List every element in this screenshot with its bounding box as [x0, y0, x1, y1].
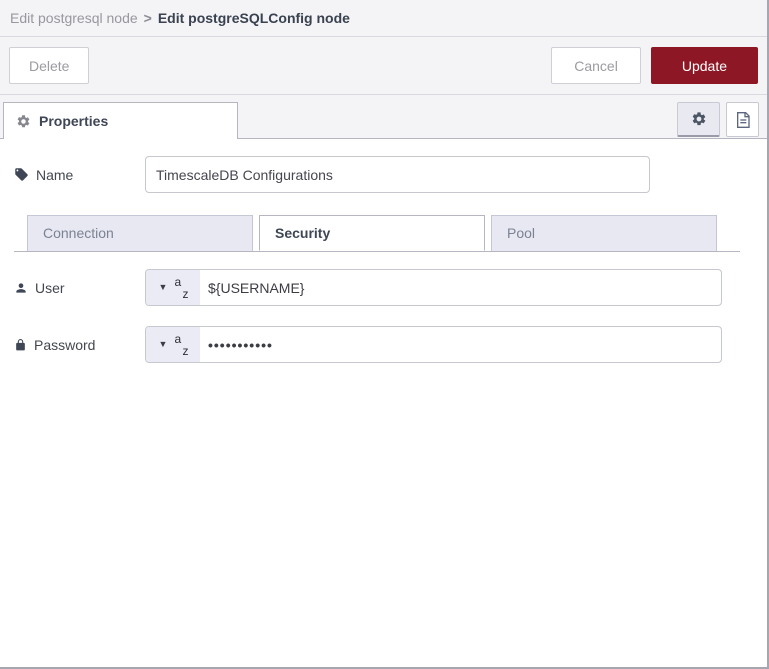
- name-label-text: Name: [36, 166, 74, 183]
- user-input[interactable]: [200, 270, 721, 305]
- panel-tab-bar: Properties: [0, 95, 767, 139]
- gear-icon: [691, 111, 707, 127]
- password-row: Password ▼ a z: [0, 326, 767, 363]
- password-label-text: Password: [34, 336, 96, 353]
- document-icon: [735, 111, 751, 129]
- password-input[interactable]: [200, 327, 721, 362]
- breadcrumb-current: Edit postgreSQLConfig node: [157, 10, 350, 26]
- name-input[interactable]: [145, 156, 650, 193]
- user-typed-input: ▼ a z: [145, 269, 722, 306]
- update-button[interactable]: Update: [650, 47, 758, 84]
- password-type-select-button[interactable]: ▼ a z: [146, 327, 200, 362]
- edit-node-dialog: Edit postgresql node > Edit postgreSQLCo…: [0, 0, 769, 669]
- tab-properties-label: Properties: [39, 113, 109, 129]
- string-type-icon: a z: [174, 274, 189, 301]
- config-sub-tabs: Connection Security Pool: [14, 215, 740, 252]
- password-typed-input: ▼ a z: [145, 326, 722, 363]
- caret-down-icon: ▼: [158, 282, 168, 292]
- string-type-icon: a z: [174, 331, 189, 358]
- gear-icon: [16, 114, 31, 129]
- properties-form: Name Connection Security Pool User ▼: [0, 139, 767, 363]
- panel-icon-buttons: [677, 102, 759, 137]
- delete-button[interactable]: Delete: [9, 47, 90, 84]
- dialog-toolbar: Delete Cancel Update: [0, 37, 767, 95]
- edit-properties-button[interactable]: [677, 102, 720, 137]
- tag-icon: [14, 167, 29, 182]
- caret-down-icon: ▼: [158, 339, 168, 349]
- user-label: User: [14, 280, 145, 296]
- tab-security[interactable]: Security: [259, 215, 485, 251]
- tab-pool[interactable]: Pool: [491, 215, 717, 251]
- tab-properties[interactable]: Properties: [3, 102, 238, 139]
- password-label: Password: [14, 337, 145, 353]
- lock-icon: [14, 338, 27, 352]
- name-label: Name: [14, 167, 145, 183]
- edit-description-button[interactable]: [726, 102, 759, 137]
- user-label-text: User: [35, 279, 65, 296]
- cancel-button[interactable]: Cancel: [551, 47, 641, 84]
- breadcrumb-parent-link[interactable]: Edit postgresql node: [10, 10, 138, 26]
- user-row: User ▼ a z: [0, 269, 767, 306]
- breadcrumb: Edit postgresql node > Edit postgreSQLCo…: [0, 0, 767, 37]
- person-icon: [14, 281, 28, 295]
- name-row: Name: [0, 156, 767, 193]
- tab-connection[interactable]: Connection: [27, 215, 253, 251]
- breadcrumb-separator: >: [143, 10, 152, 26]
- user-type-select-button[interactable]: ▼ a z: [146, 270, 200, 305]
